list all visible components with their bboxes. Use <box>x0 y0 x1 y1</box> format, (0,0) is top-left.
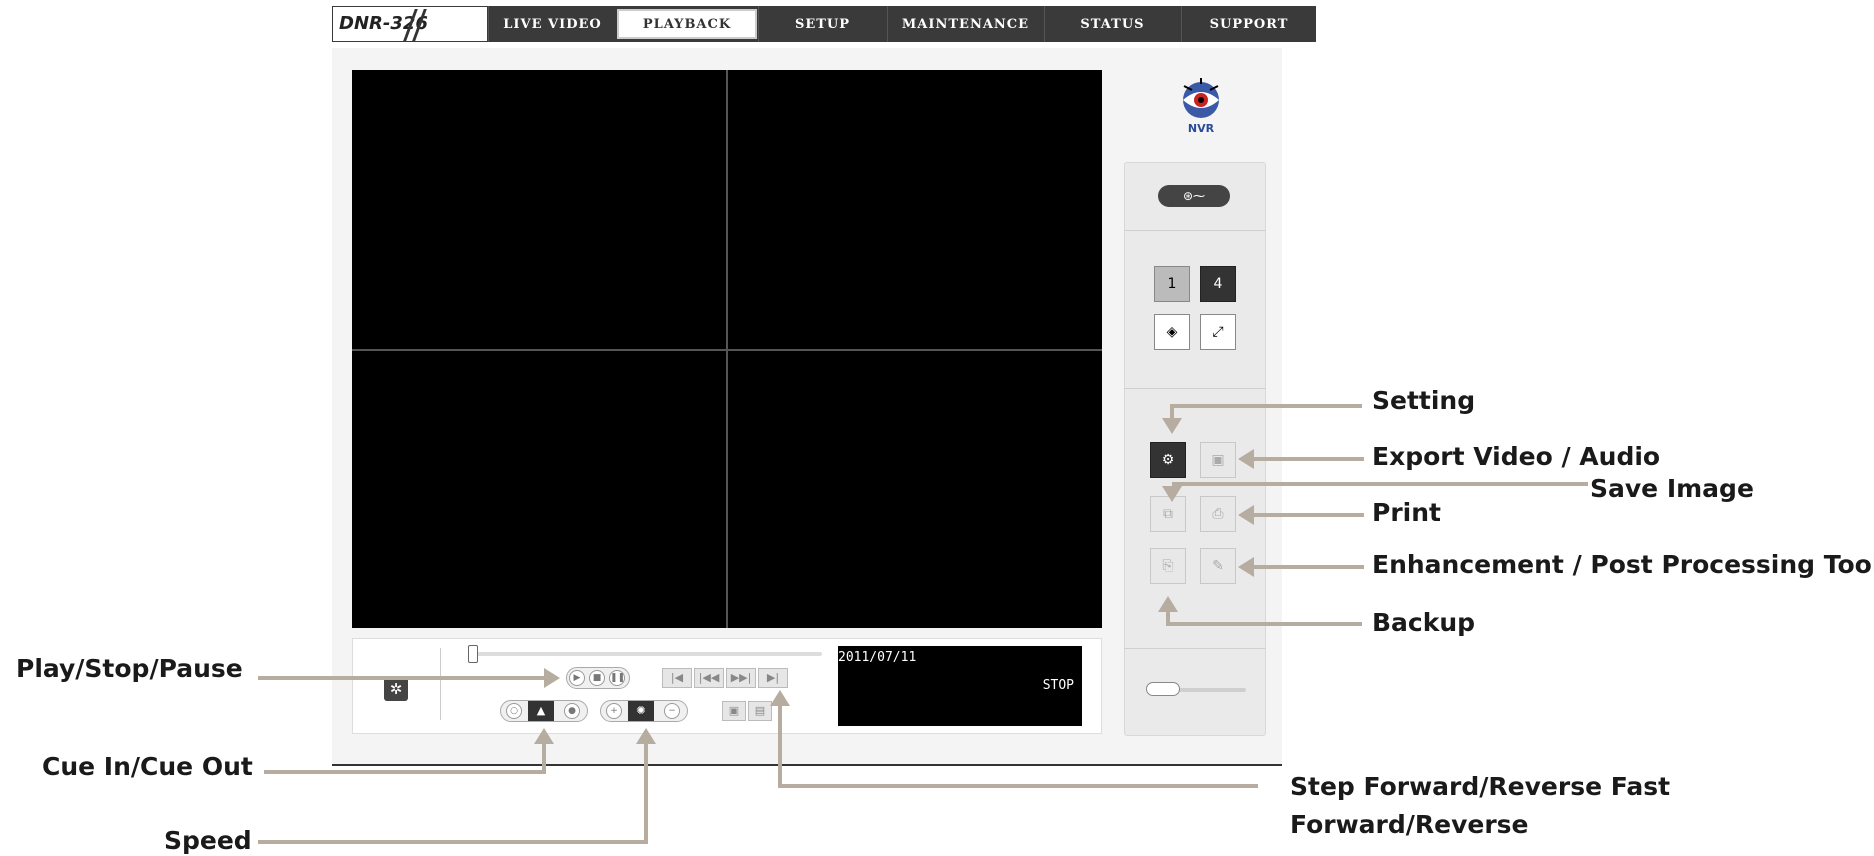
nvr-logo: NVR <box>1170 76 1232 138</box>
fast-forward-button[interactable]: ▶▶| <box>726 668 756 688</box>
snapshot-mini-button[interactable]: ▤ <box>748 701 772 721</box>
step-leader-line <box>778 784 1258 788</box>
video-divider-horizontal <box>352 349 1102 351</box>
layout-4-button[interactable]: 4 <box>1200 266 1236 302</box>
export-video-button[interactable]: ▣ <box>1200 442 1236 478</box>
backup-button[interactable]: ⎘ <box>1150 548 1186 584</box>
layout-1-button[interactable]: 1 <box>1154 266 1190 302</box>
speed-down-button[interactable]: − <box>664 703 680 719</box>
timeline-track[interactable] <box>470 652 822 656</box>
sidebar-divider <box>1124 388 1266 389</box>
playback-date: 2011/07/11 <box>838 650 917 665</box>
speed-up-button[interactable]: + <box>606 703 622 719</box>
print-label: Print <box>1372 498 1441 527</box>
step-leader-line <box>778 704 782 788</box>
play-arrow <box>544 668 560 688</box>
zoom-center-button[interactable]: ◈ <box>1154 314 1190 350</box>
enhancement-label: Enhancement / Post Processing Tool <box>1372 550 1874 579</box>
cue-arrow <box>534 728 554 744</box>
cue-toggle-button[interactable]: ▲ <box>528 701 554 721</box>
volume-slider-handle[interactable] <box>1146 682 1180 696</box>
speed-leader-line <box>644 742 648 844</box>
save-image-label: Save Image <box>1590 474 1754 503</box>
speed-arrow <box>636 728 656 744</box>
tab-status[interactable]: STATUS <box>1044 6 1180 42</box>
save-image-leader-line <box>1172 482 1588 486</box>
setting-arrow <box>1162 418 1182 434</box>
fullscreen-button[interactable]: ⤢ <box>1200 314 1236 350</box>
speed-leader-line <box>258 840 648 844</box>
sync-button[interactable]: ▣ <box>722 701 746 721</box>
export-label: Export Video / Audio <box>1372 442 1661 471</box>
tab-support[interactable]: SUPPORT <box>1181 6 1316 42</box>
playback-status: STOP <box>1042 678 1074 693</box>
backup-leader-line <box>1166 622 1362 626</box>
cue-in-button[interactable]: ○ <box>506 703 522 719</box>
tab-maintenance[interactable]: MAINTENANCE <box>887 6 1043 42</box>
export-leader-line <box>1252 457 1364 461</box>
timeline-handle[interactable] <box>468 645 478 663</box>
speed-label: Speed <box>164 826 252 855</box>
fast-reverse-button[interactable]: |◀◀ <box>694 668 724 688</box>
tab-setup[interactable]: SETUP <box>758 6 886 42</box>
controls-divider <box>440 648 441 720</box>
brand-logo: DNR-326 <box>332 6 488 42</box>
tab-live-video[interactable]: LIVE VIDEO <box>488 6 616 42</box>
cue-label: Cue In/Cue Out <box>42 752 253 781</box>
sidebar-divider <box>1124 230 1266 231</box>
step-reverse-button[interactable]: |◀ <box>662 668 692 688</box>
cue-leader-line <box>264 770 546 774</box>
camera-select-button[interactable]: ✲ <box>384 677 408 701</box>
play-button[interactable]: ▶ <box>569 670 585 686</box>
cue-out-button[interactable]: ● <box>564 703 580 719</box>
status-display: 2011/07/11 STOP <box>838 646 1082 726</box>
setting-label: Setting <box>1372 386 1476 415</box>
enhancement-button[interactable]: ✎ <box>1200 548 1236 584</box>
sidebar-divider <box>1124 648 1266 649</box>
play-stop-pause-label: Play/Stop/Pause <box>16 654 243 683</box>
step-forward-button[interactable]: ▶| <box>758 668 788 688</box>
speed-icon: ✺ <box>628 701 654 721</box>
nvr-logo-text: NVR <box>1187 122 1215 135</box>
enhancement-leader-line <box>1252 565 1364 569</box>
tab-playback[interactable]: PLAYBACK <box>617 9 757 39</box>
step-label-line2: Forward/Reverse <box>1290 810 1529 839</box>
stop-button[interactable]: ■ <box>589 670 605 686</box>
setting-leader-line <box>1172 404 1362 408</box>
play-leader-line <box>258 676 546 680</box>
backup-label: Backup <box>1372 608 1476 637</box>
step-label-line1: Step Forward/Reverse Fast <box>1290 772 1671 801</box>
print-button[interactable]: ⎙ <box>1200 496 1236 532</box>
print-leader-line <box>1252 513 1364 517</box>
cue-leader-line <box>542 742 546 774</box>
save-image-arrow <box>1162 486 1182 502</box>
pause-button[interactable]: ❚❚ <box>609 670 625 686</box>
camera-list-button[interactable]: ⊛⁓ <box>1158 185 1230 207</box>
setting-button[interactable]: ⚙ <box>1150 442 1186 478</box>
